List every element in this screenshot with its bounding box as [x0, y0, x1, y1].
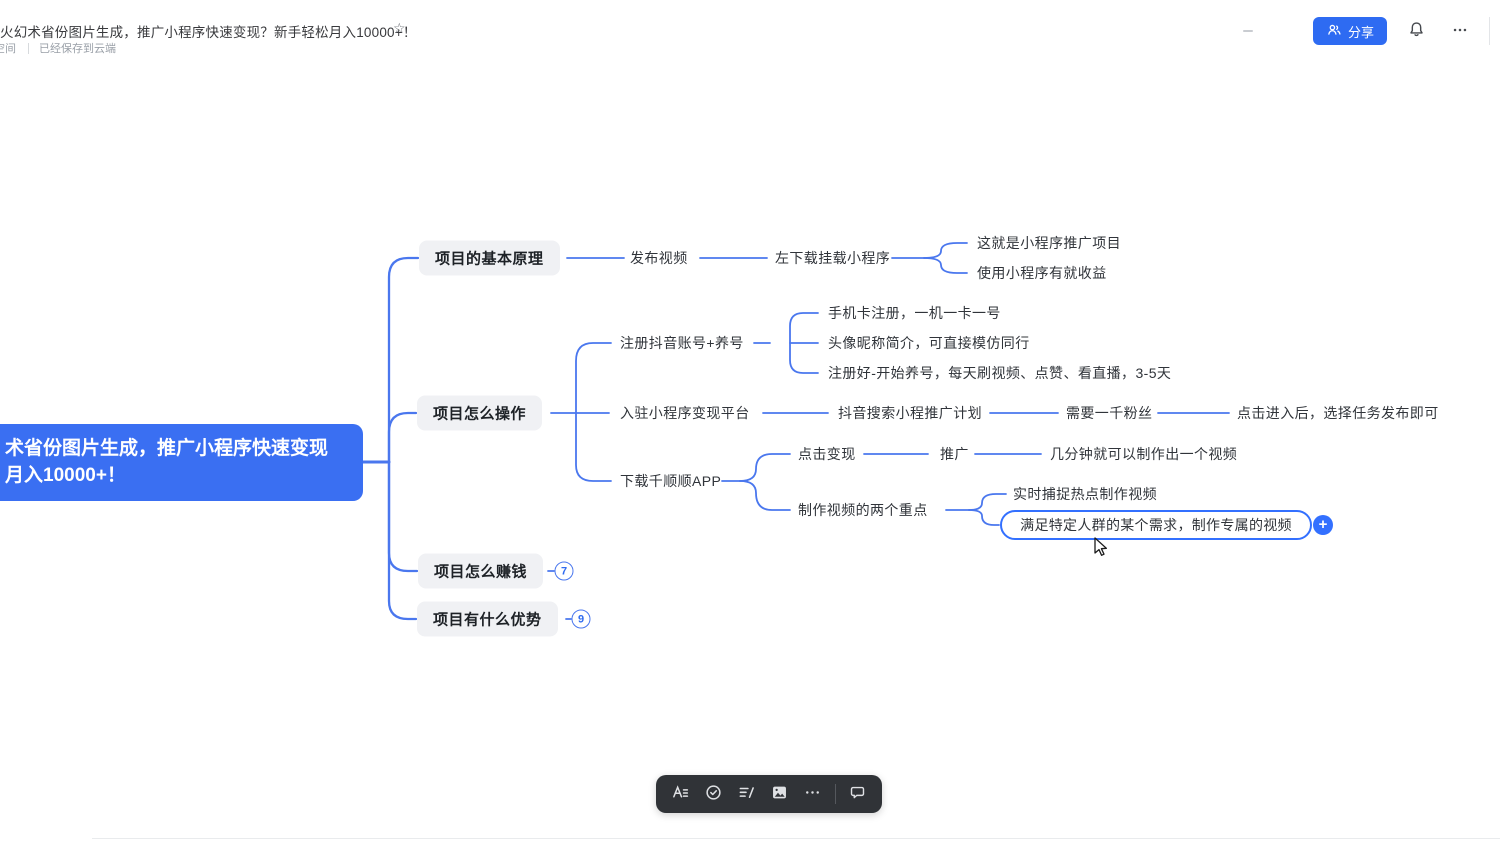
node-warm-up-account[interactable]: 注册好-开始养号，每天刷视频、点赞、看直播，3-5天 — [828, 363, 1171, 383]
node-click-enter-select-task[interactable]: 点击进入后，选择任务发布即可 — [1237, 403, 1439, 423]
node-two-key-points[interactable]: 制作视频的两个重点 — [798, 500, 928, 520]
divider — [835, 784, 836, 804]
comment-icon — [848, 783, 867, 805]
node-use-miniprogram-income[interactable]: 使用小程序有就收益 — [977, 263, 1107, 283]
add-child-node-button[interactable]: + — [1313, 515, 1333, 535]
document-title[interactable]: 火幻术省份图片生成，推广小程序快速变现？新手轻松月入10000+！ — [0, 21, 417, 41]
collapsed-count-badge[interactable]: 9 — [572, 610, 591, 629]
image-icon — [770, 783, 789, 805]
divider — [28, 43, 29, 54]
root-node-line2: 月入10000+！ — [5, 462, 363, 489]
task-check-button[interactable] — [699, 780, 727, 808]
node-publish-video[interactable]: 发布视频 — [630, 248, 688, 268]
bottom-toolbar — [656, 775, 882, 813]
node-phone-card-register[interactable]: 手机卡注册，一机一卡一号 — [828, 303, 1001, 323]
root-node[interactable]: 术省份图片生成，推广小程序快速变现 月入10000+！ — [0, 424, 363, 501]
divider — [1489, 17, 1490, 45]
node-join-monetize-platform[interactable]: 入驻小程序变现平台 — [620, 403, 750, 423]
star-icon[interactable]: ☆ — [393, 20, 406, 37]
topic-node-how-to-operate[interactable]: 项目怎么操作 — [417, 396, 542, 431]
root-node-line1: 术省份图片生成，推广小程序快速变现 — [5, 435, 363, 462]
node-this-is-promotion-project[interactable]: 这就是小程序推广项目 — [977, 233, 1121, 253]
node-need-1000-followers[interactable]: 需要一千粉丝 — [1066, 403, 1152, 423]
bell-icon — [1407, 20, 1426, 42]
share-people-icon — [1326, 22, 1342, 41]
outline-note-button[interactable] — [732, 780, 760, 808]
node-register-douyin-account[interactable]: 注册抖音账号+养号 — [620, 333, 744, 353]
ellipsis-icon — [1451, 21, 1469, 42]
node-promotion[interactable]: 推广 — [940, 444, 969, 464]
share-button[interactable]: 分享 — [1313, 17, 1387, 45]
task-check-icon — [704, 783, 723, 805]
top-bar: 火幻术省份图片生成，推广小程序快速变现？新手轻松月入10000+！ ☆ 空间 已… — [0, 0, 1500, 62]
more-menu-button[interactable] — [1445, 16, 1475, 46]
comment-button[interactable] — [844, 780, 872, 808]
collapsed-control-icon — [1243, 30, 1253, 32]
outline-note-icon — [737, 783, 756, 805]
node-download-app[interactable]: 下载千顺顺APP — [620, 471, 721, 491]
text-style-icon — [671, 783, 690, 805]
text-style-button[interactable] — [666, 780, 694, 808]
save-status: 已经保存到云端 — [39, 40, 116, 56]
node-catch-hot-topics[interactable]: 实时捕捉热点制作视频 — [1013, 484, 1157, 504]
toolbar-more-button[interactable] — [799, 780, 827, 808]
insert-image-button[interactable] — [766, 780, 794, 808]
topic-node-basic-principle[interactable]: 项目的基本原理 — [419, 241, 560, 276]
mouse-cursor — [1094, 537, 1114, 564]
notifications-button[interactable] — [1401, 16, 1431, 46]
mindmap-app: 火幻术省份图片生成，推广小程序快速变现？新手轻松月入10000+！ ☆ 空间 已… — [0, 0, 1500, 843]
topic-node-advantages[interactable]: 项目有什么优势 — [417, 602, 558, 637]
node-douyin-search-plan[interactable]: 抖音搜索小程推广计划 — [838, 403, 982, 423]
divider — [92, 838, 1500, 839]
topic-node-how-to-earn[interactable]: 项目怎么赚钱 — [418, 554, 543, 589]
workspace-label[interactable]: 空间 — [0, 40, 16, 56]
node-avatar-nickname-bio[interactable]: 头像昵称简介，可直接模仿同行 — [828, 333, 1030, 353]
collapsed-count-badge[interactable]: 7 — [555, 562, 574, 581]
node-specific-audience-selected[interactable]: 满足特定人群的某个需求，制作专属的视频 — [1000, 510, 1312, 540]
more-icon — [803, 783, 822, 805]
node-few-minutes-make-video[interactable]: 几分钟就可以制作出一个视频 — [1050, 444, 1237, 464]
node-click-monetize[interactable]: 点击变现 — [798, 444, 856, 464]
node-download-attach-miniprogram[interactable]: 左下载挂载小程序 — [775, 248, 890, 268]
breadcrumb: 空间 已经保存到云端 — [0, 41, 116, 55]
share-button-label: 分享 — [1348, 22, 1374, 41]
header-controls: 分享 — [1243, 0, 1490, 62]
